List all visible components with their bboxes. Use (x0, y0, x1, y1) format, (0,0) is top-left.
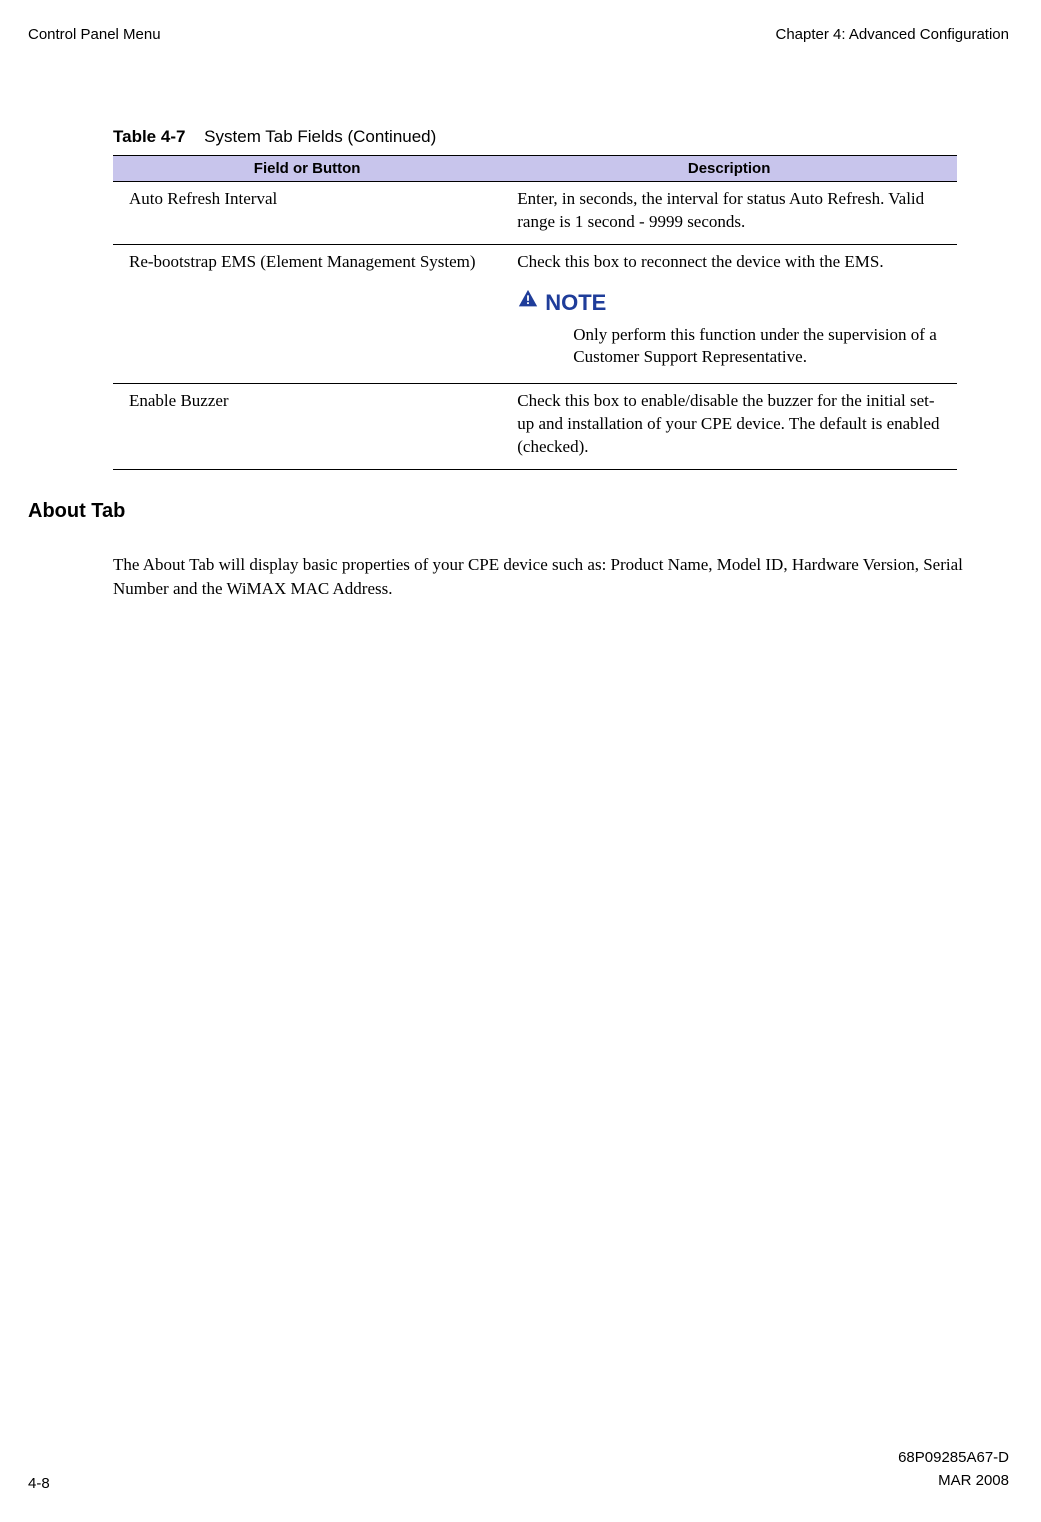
cell-desc: Enter, in seconds, the interval for stat… (501, 182, 957, 245)
cell-field: Re-bootstrap EMS (Element Management Sys… (113, 244, 501, 384)
header-right: Chapter 4: Advanced Configuration (776, 26, 1010, 43)
page-number: 4-8 (28, 1475, 50, 1492)
about-tab-heading: About Tab (28, 500, 1009, 523)
doc-date: MAR 2008 (898, 1470, 1009, 1493)
cell-desc: Check this box to reconnect the device w… (501, 244, 957, 384)
cell-field: Enable Buzzer (113, 384, 501, 470)
doc-number: 68P09285A67-D (898, 1447, 1009, 1470)
footer-right: 68P09285A67-D MAR 2008 (898, 1447, 1009, 1492)
col-header-description: Description (501, 156, 957, 182)
note-header: NOTE (517, 288, 945, 318)
header-left: Control Panel Menu (28, 26, 161, 43)
col-header-field: Field or Button (113, 156, 501, 182)
note-body: Only perform this function under the sup… (573, 324, 945, 370)
page-header: Control Panel Menu Chapter 4: Advanced C… (28, 26, 1009, 43)
note-label: NOTE (545, 288, 606, 318)
table-row: Re-bootstrap EMS (Element Management Sys… (113, 244, 957, 384)
table-row: Auto Refresh Interval Enter, in seconds,… (113, 182, 957, 245)
note-icon (517, 288, 539, 318)
note-block: NOTE Only perform this function under th… (517, 288, 945, 370)
table-title: System Tab Fields (Continued) (204, 127, 436, 146)
table-header-row: Field or Button Description (113, 156, 957, 182)
page-footer: 4-8 68P09285A67-D MAR 2008 (28, 1447, 1009, 1492)
table-caption: Table 4-7 System Tab Fields (Continued) (113, 127, 1009, 147)
about-tab-body: The About Tab will display basic propert… (113, 553, 1009, 601)
cell-desc: Check this box to enable/disable the buz… (501, 384, 957, 470)
table-row: Enable Buzzer Check this box to enable/d… (113, 384, 957, 470)
fields-table: Field or Button Description Auto Refresh… (113, 155, 957, 470)
table-number: Table 4-7 (113, 127, 185, 146)
cell-field: Auto Refresh Interval (113, 182, 501, 245)
cell-desc-text: Check this box to reconnect the device w… (517, 252, 883, 271)
